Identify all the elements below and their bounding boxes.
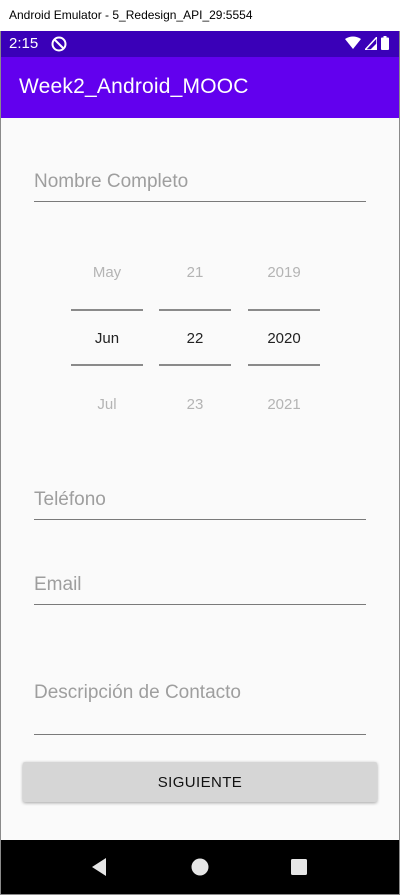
- year-divider-top: [248, 309, 320, 311]
- month-divider-top: [71, 309, 143, 311]
- month-divider-bottom: [71, 364, 143, 366]
- home-icon[interactable]: [191, 857, 209, 877]
- wifi-icon: [345, 36, 361, 49]
- email-field[interactable]: Email: [34, 574, 366, 606]
- device-screen: 2:15 Week2_Android_MOOC Nombre Completo: [1, 31, 399, 894]
- year-prev[interactable]: 2019: [248, 264, 320, 281]
- month-picker[interactable]: May Jun Jul: [71, 261, 143, 413]
- month-next[interactable]: Jul: [71, 396, 143, 413]
- battery-icon: [381, 36, 389, 50]
- navigation-bar: [1, 840, 399, 894]
- year-divider-bottom: [248, 364, 320, 366]
- phone-placeholder: Teléfono: [34, 489, 106, 510]
- full-name-placeholder: Nombre Completo: [34, 171, 189, 192]
- day-next[interactable]: 23: [159, 396, 231, 413]
- month-selected[interactable]: Jun: [71, 330, 143, 347]
- month-prev[interactable]: May: [71, 264, 143, 281]
- full-name-field[interactable]: Nombre Completo: [34, 171, 366, 203]
- app-bar: Week2_Android_MOOC: [1, 57, 399, 118]
- description-underline: [34, 734, 366, 735]
- description-field[interactable]: Descripción de Contacto: [34, 682, 366, 737]
- dnd-icon: [51, 36, 67, 52]
- year-picker[interactable]: 2019 2020 2021: [248, 261, 320, 413]
- recents-icon[interactable]: [290, 857, 308, 877]
- status-time: 2:15: [9, 35, 39, 52]
- day-divider-top: [159, 309, 231, 311]
- year-next[interactable]: 2021: [248, 396, 320, 413]
- app-title: Week2_Android_MOOC: [19, 75, 249, 98]
- signal-icon: [365, 36, 377, 50]
- phone-field[interactable]: Teléfono: [34, 489, 366, 521]
- email-underline: [34, 604, 366, 605]
- description-placeholder: Descripción de Contacto: [34, 682, 241, 703]
- phone-underline: [34, 519, 366, 520]
- year-selected[interactable]: 2020: [248, 330, 320, 347]
- email-placeholder: Email: [34, 574, 82, 595]
- status-icons: [345, 36, 389, 50]
- siguiente-button[interactable]: SIGUIENTE: [23, 762, 377, 802]
- day-selected[interactable]: 22: [159, 330, 231, 347]
- emulator-window-title: Android Emulator - 5_Redesign_API_29:555…: [0, 0, 400, 31]
- day-prev[interactable]: 21: [159, 264, 231, 281]
- back-icon[interactable]: [90, 857, 108, 877]
- day-divider-bottom: [159, 364, 231, 366]
- full-name-underline: [34, 201, 366, 202]
- day-picker[interactable]: 21 22 23: [159, 261, 231, 413]
- status-bar: 2:15: [1, 31, 399, 57]
